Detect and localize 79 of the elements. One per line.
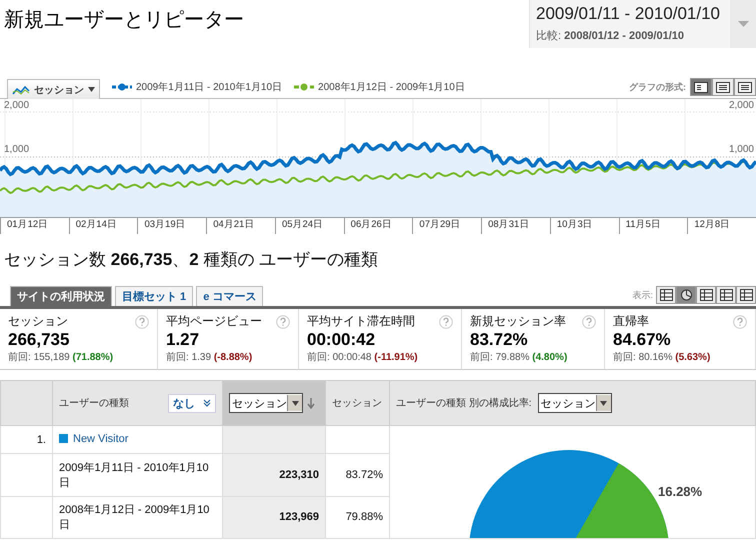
x-axis-label: 04月21日 xyxy=(206,218,275,234)
x-axis-label: 10月3日 xyxy=(550,218,619,234)
visitor-type-link[interactable]: New Visitor xyxy=(73,432,128,445)
y-axis-label: 2,000 xyxy=(728,100,754,111)
date-range-picker[interactable]: 2009/01/11 - 2010/01/10 比較: 2008/01/12 - 2009/01/10 xyxy=(529,0,756,48)
metric-label: セッション xyxy=(8,313,68,330)
layout-icon xyxy=(716,82,730,92)
metric-value: 266,735 xyxy=(8,330,70,350)
tab[interactable]: e コマース xyxy=(196,286,264,306)
pie-icon xyxy=(680,289,692,301)
table-cell xyxy=(0,496,52,538)
sort-down-icon xyxy=(307,398,315,408)
layout-icon xyxy=(694,82,708,92)
metric-label: 平均サイト滞在時間 xyxy=(307,313,415,330)
dimension-header: ユーザーの種類 xyxy=(59,396,130,410)
tab[interactable]: サイトの利用状況 xyxy=(10,286,112,306)
metric-dropdown[interactable]: セッション xyxy=(7,79,100,99)
graph-format-button[interactable] xyxy=(690,78,712,96)
pie-slice-label: 16.28% xyxy=(658,484,702,499)
summary-heading: セッション数 266,735、2 種類の ユーザーの種類 xyxy=(4,249,380,271)
chevron-down-icon xyxy=(203,399,211,407)
metric-previous: 前回: 155,189 (71.88%) xyxy=(8,351,114,364)
metric-label: 平均ページビュー xyxy=(166,313,262,330)
metric-value: 1.27 xyxy=(166,330,200,350)
y-axis-label: 1,000 xyxy=(728,144,754,155)
metric-value: 00:00:42 xyxy=(307,330,376,350)
segment-button[interactable]: なし xyxy=(168,394,216,412)
caret-icon xyxy=(88,87,95,92)
x-axis-label: 12月8日 xyxy=(687,218,756,234)
y-axis-label: 1,000 xyxy=(4,144,30,155)
tab[interactable]: 目標セット 1 xyxy=(115,286,194,306)
graph-format-button[interactable] xyxy=(712,78,734,96)
sort-select[interactable]: セッション xyxy=(229,393,303,413)
metric-value: 83.72% xyxy=(470,330,529,350)
metric-previous: 前回: 80.16% (5.63%) xyxy=(613,351,712,364)
share-label: ユーザーの種類 別の構成比率: xyxy=(396,396,532,410)
view-button[interactable] xyxy=(736,286,756,304)
x-axis-label: 11月5日 xyxy=(618,218,688,234)
view-button[interactable] xyxy=(676,286,696,304)
date-range: 2009/01/11 - 2010/01/10 xyxy=(536,4,722,24)
x-axis-label: 02月14日 xyxy=(68,218,138,234)
metric-label: 直帰率 xyxy=(613,313,649,330)
view-button[interactable] xyxy=(656,286,676,304)
caret-icon xyxy=(292,400,298,406)
y-axis-label: 2,000 xyxy=(4,100,30,111)
share-select[interactable]: セッション xyxy=(538,393,612,413)
session-value: 123,969 xyxy=(222,496,326,538)
session-share: 79.88% xyxy=(326,496,390,538)
column-header: セッション xyxy=(326,380,390,426)
x-axis-label: 01月12日 xyxy=(0,218,69,234)
row-index: 1. xyxy=(36,434,46,446)
period-label: 2008年1月12日 - 2009年1月10日 xyxy=(52,496,222,538)
line-chart-icon xyxy=(12,84,30,94)
view-label: 表示: xyxy=(632,288,653,302)
grid-icon xyxy=(660,289,672,301)
dropdown-arrow-icon xyxy=(738,21,748,27)
page-title: 新規ユーザーとリピーター xyxy=(4,8,244,33)
x-axis-label: 03月19日 xyxy=(137,218,206,234)
x-axis-label: 07月29日 xyxy=(412,218,482,234)
metric-previous: 前回: 1.39 (-8.88%) xyxy=(166,351,254,364)
caret-icon xyxy=(600,400,608,406)
period-label: 2009年1月11日 - 2010年1月10日 xyxy=(52,454,222,496)
compare-range: 比較: 2008/01/12 - 2009/01/10 xyxy=(536,29,686,43)
session-share: 83.72% xyxy=(326,454,390,496)
metric-value: 84.67% xyxy=(613,330,672,350)
x-axis-label: 06月26日 xyxy=(344,218,412,234)
view-button[interactable] xyxy=(716,286,736,304)
legend-label: 2009年1月11日 - 2010年1月10日 xyxy=(136,81,282,94)
layout-icon xyxy=(738,82,752,92)
metric-previous: 前回: 00:00:48 (-11.91%) xyxy=(307,351,419,364)
view-button[interactable] xyxy=(696,286,716,304)
metric-previous: 前回: 79.88% (4.80%) xyxy=(470,351,568,364)
legend-label: 2008年1月12日 - 2009年1月10日 xyxy=(318,81,465,94)
graph-format-button[interactable] xyxy=(734,78,756,96)
x-axis-label: 08月31日 xyxy=(481,218,550,234)
x-axis-label: 05月24日 xyxy=(274,218,344,234)
metric-label: 新規セッション率 xyxy=(470,313,566,330)
graph-format-label: グラフの形式: xyxy=(629,80,686,94)
session-value: 223,310 xyxy=(222,454,326,496)
